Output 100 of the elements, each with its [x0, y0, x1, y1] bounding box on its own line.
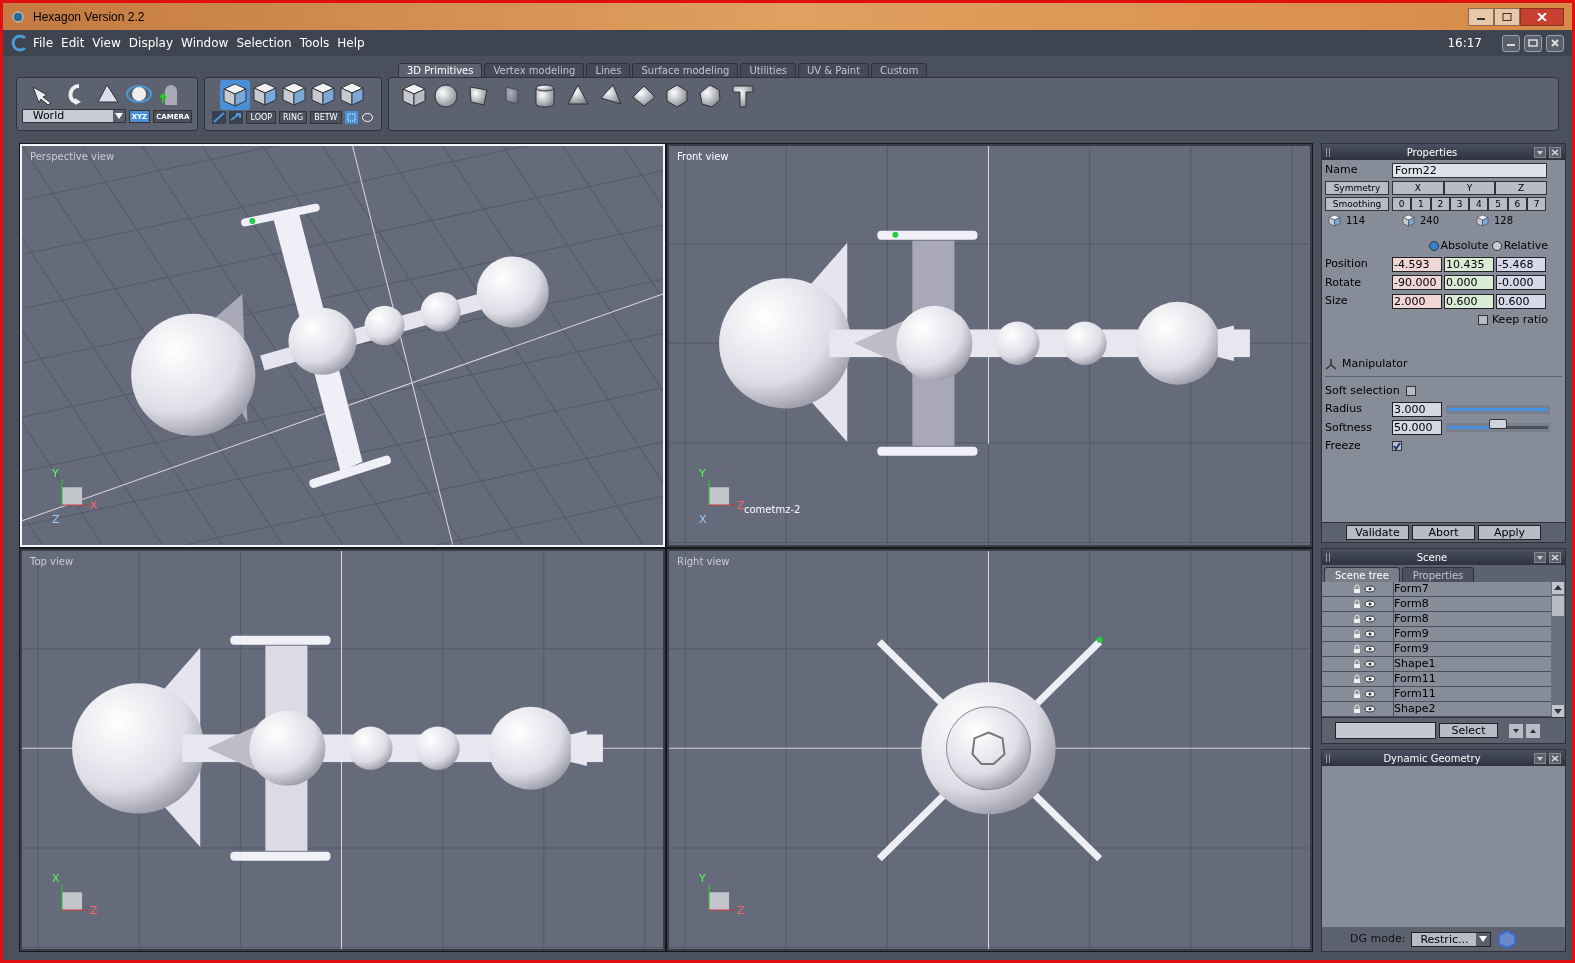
soft-selection-checkbox[interactable]: Soft selection [1325, 382, 1562, 399]
lock-icon[interactable] [1352, 674, 1362, 684]
smoothing-level-button[interactable]: 2 [1430, 196, 1450, 211]
menu-item[interactable]: View [88, 34, 125, 52]
lock-icon[interactable] [1352, 584, 1362, 594]
eye-icon[interactable] [1364, 689, 1376, 699]
scene-item[interactable]: Form8 [1393, 610, 1429, 628]
toolbar-tab[interactable]: Vertex modeling [484, 63, 585, 77]
radio-option[interactable]: Absolute [1428, 237, 1489, 254]
icosahedron-icon[interactable] [663, 82, 691, 110]
eye-icon[interactable] [1364, 629, 1376, 639]
move-up-icon[interactable] [1526, 723, 1540, 738]
select-button[interactable]: Select [1439, 723, 1498, 738]
search-field[interactable] [1335, 722, 1436, 739]
menu-item[interactable]: Selection [232, 34, 296, 52]
lock-icon[interactable] [1352, 659, 1362, 669]
value-field[interactable]: -4.593 [1392, 256, 1442, 272]
axis-button[interactable]: Y [1443, 180, 1496, 195]
cube-icon[interactable] [1476, 213, 1489, 227]
viewport[interactable]: Right view Y Z [667, 548, 1312, 951]
cube-vertex-icon[interactable] [310, 81, 336, 107]
close-button[interactable] [1520, 7, 1564, 26]
move-down-icon[interactable] [1509, 723, 1523, 738]
lock-icon[interactable] [1352, 599, 1362, 609]
lasso-icon[interactable] [360, 111, 374, 124]
axis-button[interactable]: X [1392, 180, 1444, 195]
mode-dropdown[interactable]: Restric... [1411, 931, 1492, 947]
lock-icon[interactable] [1352, 644, 1362, 654]
collapse-icon[interactable] [1534, 752, 1546, 764]
smoothing-level-button[interactable]: 5 [1488, 196, 1508, 211]
value-field[interactable]: 50.000 [1392, 420, 1442, 436]
scene-tab[interactable]: Properties [1401, 567, 1475, 582]
scroll-up-icon[interactable] [1552, 582, 1564, 594]
value-field[interactable]: -90.000 [1392, 275, 1442, 291]
close-icon[interactable] [1549, 551, 1561, 563]
smoothing-level-button[interactable]: 3 [1449, 196, 1470, 211]
freeze-checkbox[interactable]: Freeze [1325, 438, 1562, 455]
value-field[interactable]: 0.600 [1444, 293, 1494, 309]
eye-icon[interactable] [1364, 674, 1376, 684]
sphere-icon[interactable] [432, 82, 460, 110]
swap-icon[interactable] [229, 111, 244, 124]
smoothing-level-button[interactable]: 7 [1527, 196, 1547, 211]
cube-icon[interactable] [1402, 213, 1415, 227]
value-field[interactable]: 3.000 [1392, 401, 1442, 417]
maximize-button[interactable] [1524, 34, 1542, 52]
smoothing-button[interactable]: Smoothing [1325, 196, 1389, 211]
collapse-icon[interactable] [1534, 146, 1546, 158]
minimize-button[interactable] [1502, 34, 1520, 52]
minimize-button[interactable] [1468, 7, 1494, 26]
slider-thumb[interactable] [1489, 419, 1507, 430]
menu-item[interactable]: Edit [57, 34, 89, 52]
viewport[interactable]: Top view X Z [20, 548, 665, 951]
radio-option[interactable]: Relative [1491, 237, 1548, 254]
grip-icon[interactable] [1326, 147, 1330, 157]
scroll-down-icon[interactable] [1552, 705, 1564, 717]
value-field[interactable]: -5.468 [1496, 256, 1546, 272]
eye-icon[interactable] [1364, 644, 1376, 654]
menu-item[interactable]: File [29, 34, 58, 52]
value-field[interactable]: 2.000 [1392, 293, 1442, 309]
lock-icon[interactable] [1352, 689, 1362, 699]
scroll-thumb[interactable] [1552, 596, 1564, 616]
collapse-icon[interactable] [1534, 551, 1546, 563]
grip-icon[interactable] [1326, 552, 1330, 562]
lock-icon[interactable] [1352, 614, 1362, 624]
toolbar-tab[interactable]: Lines [586, 63, 631, 77]
toolbar-tab[interactable]: Custom [871, 63, 928, 77]
selection-mode-button[interactable]: LOOP [246, 111, 277, 124]
smoothing-level-button[interactable]: 1 [1411, 196, 1431, 211]
toolbar-tab[interactable]: 3D Primitives [398, 63, 483, 77]
close-button[interactable] [1546, 34, 1564, 52]
menu-item[interactable]: Window [177, 34, 233, 52]
scene-item[interactable]: Form11 [1393, 670, 1436, 688]
dialog-button[interactable]: Validate [1346, 525, 1409, 540]
viewport[interactable]: Perspective view Y X Z [20, 144, 665, 547]
scene-item[interactable]: Form11 [1393, 685, 1436, 703]
selection-mode-button[interactable]: BETW [310, 111, 342, 124]
smoothing-level-button[interactable]: 0 [1392, 196, 1412, 211]
close-icon[interactable] [1549, 146, 1561, 158]
menu-item[interactable]: Help [333, 34, 369, 52]
smoothing-level-button[interactable]: 4 [1469, 196, 1489, 211]
menu-item[interactable]: Display [124, 34, 178, 52]
cube-edge-icon[interactable] [281, 81, 307, 107]
value-field[interactable]: 10.435 [1444, 256, 1494, 272]
cube-face-icon[interactable] [252, 81, 278, 107]
viewport[interactable]: Front view Y Z X cometmz-2 [667, 144, 1312, 547]
coordinate-dropdown[interactable]: World [21, 109, 126, 123]
scene-tab[interactable]: Scene tree [1324, 567, 1400, 582]
scene-item[interactable]: Form9 [1393, 625, 1429, 643]
keep-ratio-checkbox[interactable]: Keep ratio [1325, 311, 1562, 328]
smoothing-level-button[interactable]: 6 [1507, 196, 1528, 211]
name-field[interactable]: Form22 [1392, 162, 1547, 178]
value-field[interactable]: 0.600 [1496, 293, 1546, 309]
lock-icon[interactable] [1352, 629, 1362, 639]
maximize-button[interactable] [1494, 7, 1520, 26]
scene-item[interactable]: Form9 [1393, 640, 1429, 658]
text-3d-icon[interactable] [729, 82, 757, 110]
value-field[interactable]: -0.000 [1496, 275, 1546, 291]
toolbar-tab[interactable]: Surface modeling [632, 63, 739, 77]
eye-icon[interactable] [1364, 599, 1376, 609]
axis-button[interactable]: Z [1495, 180, 1547, 195]
